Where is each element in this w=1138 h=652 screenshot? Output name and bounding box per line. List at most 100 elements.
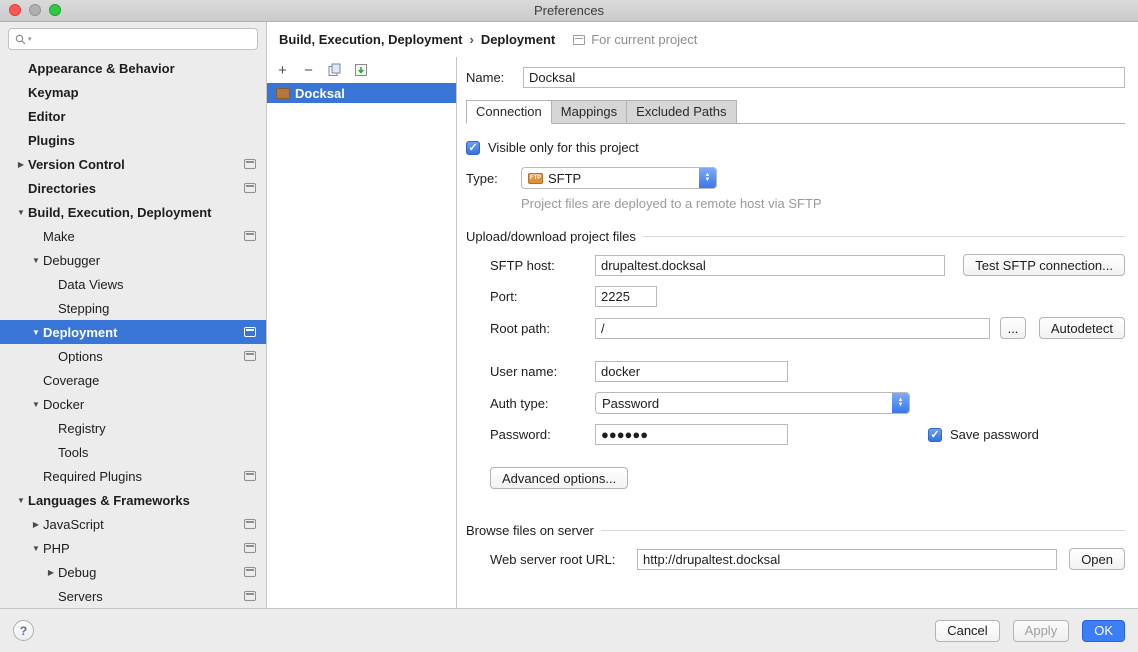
expand-arrow-icon[interactable]: ▶	[29, 520, 43, 529]
tab-mappings[interactable]: Mappings	[552, 100, 627, 124]
port-input[interactable]	[595, 286, 657, 307]
sidebar-item-directories[interactable]: Directories	[0, 176, 266, 200]
server-list-item-docksal[interactable]: Docksal	[267, 83, 456, 103]
sidebar-item-appearance-behavior[interactable]: Appearance & Behavior	[0, 56, 266, 80]
type-select[interactable]: FTP SFTP ▲▼	[521, 167, 717, 189]
autodetect-button[interactable]: Autodetect	[1039, 317, 1125, 339]
sidebar-item-docker[interactable]: ▼Docker	[0, 392, 266, 416]
sidebar-item-label: Make	[43, 229, 75, 244]
password-label: Password:	[490, 427, 595, 442]
cancel-button[interactable]: Cancel	[935, 620, 999, 642]
search-options-chevron-icon[interactable]: ▾	[28, 35, 32, 43]
sidebar-item-label: Registry	[58, 421, 106, 436]
visible-only-label: Visible only for this project	[488, 140, 639, 155]
zoom-button[interactable]	[49, 4, 61, 16]
advanced-options-button[interactable]: Advanced options...	[490, 467, 628, 489]
sidebar-item-label: Debugger	[43, 253, 100, 268]
sidebar-item-tools[interactable]: Tools	[0, 440, 266, 464]
sidebar-item-registry[interactable]: Registry	[0, 416, 266, 440]
name-label: Name:	[466, 70, 523, 85]
shared-settings-icon	[244, 183, 256, 193]
combo-arrows-icon[interactable]: ▲▼	[892, 393, 909, 413]
sidebar-item-options[interactable]: Options	[0, 344, 266, 368]
import-icon	[354, 63, 368, 77]
sidebar-item-deployment[interactable]: ▼Deployment	[0, 320, 266, 344]
sidebar-item-build-execution-deployment[interactable]: ▼Build, Execution, Deployment	[0, 200, 266, 224]
collapse-arrow-icon[interactable]: ▼	[29, 328, 43, 337]
name-input[interactable]	[523, 67, 1125, 88]
sidebar-item-keymap[interactable]: Keymap	[0, 80, 266, 104]
window-title: Preferences	[0, 3, 1138, 18]
section-divider	[601, 530, 1125, 531]
shared-settings-icon	[244, 543, 256, 553]
save-password-checkbox[interactable]	[928, 428, 942, 442]
copy-server-button[interactable]	[326, 62, 343, 79]
web-server-root-url-input[interactable]	[637, 549, 1057, 570]
ok-button[interactable]: OK	[1082, 620, 1125, 642]
user-name-input[interactable]	[595, 361, 788, 382]
visible-only-checkbox[interactable]	[466, 141, 480, 155]
collapse-arrow-icon[interactable]: ▼	[14, 208, 28, 217]
question-mark-icon: ?	[20, 624, 27, 638]
sidebar-item-version-control[interactable]: ▶Version Control	[0, 152, 266, 176]
add-server-button[interactable]: +	[274, 62, 291, 79]
port-label: Port:	[490, 289, 595, 304]
combo-arrows-icon[interactable]: ▲▼	[699, 168, 716, 188]
sidebar-item-label: Coverage	[43, 373, 99, 388]
browse-root-path-button[interactable]: ...	[1000, 317, 1026, 339]
for-current-project-icon	[573, 35, 585, 45]
tab-excluded-paths[interactable]: Excluded Paths	[627, 100, 736, 124]
sidebar-item-servers[interactable]: Servers	[0, 584, 266, 608]
sidebar-item-stepping[interactable]: Stepping	[0, 296, 266, 320]
password-input[interactable]	[595, 424, 788, 445]
apply-button[interactable]: Apply	[1013, 620, 1070, 642]
shared-settings-icon	[244, 351, 256, 361]
auth-type-select[interactable]: Password ▲▼	[595, 392, 910, 414]
sidebar-item-php[interactable]: ▼PHP	[0, 536, 266, 560]
auth-type-value: Password	[602, 396, 659, 411]
web-server-root-url-label: Web server root URL:	[490, 552, 637, 567]
browse-section-title: Browse files on server	[466, 523, 594, 538]
help-button[interactable]: ?	[13, 620, 34, 641]
sidebar-item-label: Directories	[28, 181, 96, 196]
open-button[interactable]: Open	[1069, 548, 1125, 570]
sidebar-item-debugger[interactable]: ▼Debugger	[0, 248, 266, 272]
import-server-button[interactable]	[352, 62, 369, 79]
collapse-arrow-icon[interactable]: ▼	[14, 496, 28, 505]
shared-settings-icon	[244, 231, 256, 241]
sidebar-item-label: Editor	[28, 109, 66, 124]
auth-type-label: Auth type:	[490, 396, 595, 411]
search-input[interactable]: ▾	[8, 28, 258, 50]
collapse-arrow-icon[interactable]: ▼	[29, 400, 43, 409]
expand-arrow-icon[interactable]: ▶	[14, 160, 28, 169]
sidebar-item-data-views[interactable]: Data Views	[0, 272, 266, 296]
remove-server-button[interactable]: −	[300, 62, 317, 79]
servers-list: Docksal	[267, 83, 456, 608]
sidebar-item-label: Plugins	[28, 133, 75, 148]
sidebar-item-editor[interactable]: Editor	[0, 104, 266, 128]
minus-icon: −	[304, 63, 313, 78]
tab-connection[interactable]: Connection	[466, 100, 552, 124]
sidebar-item-languages-frameworks[interactable]: ▼Languages & Frameworks	[0, 488, 266, 512]
breadcrumb-page: Deployment	[481, 32, 555, 47]
sidebar-item-javascript[interactable]: ▶JavaScript	[0, 512, 266, 536]
type-label: Type:	[466, 171, 521, 186]
test-sftp-connection-button[interactable]: Test SFTP connection...	[963, 254, 1125, 276]
sidebar-item-required-plugins[interactable]: Required Plugins	[0, 464, 266, 488]
sftp-host-input[interactable]	[595, 255, 945, 276]
shared-settings-icon	[244, 519, 256, 529]
sidebar-item-make[interactable]: Make	[0, 224, 266, 248]
deployment-server-icon	[276, 88, 290, 99]
close-button[interactable]	[9, 4, 21, 16]
sidebar-item-debug[interactable]: ▶Debug	[0, 560, 266, 584]
breadcrumb-category[interactable]: Build, Execution, Deployment	[279, 32, 462, 47]
sidebar-item-label: JavaScript	[43, 517, 104, 532]
sidebar-item-coverage[interactable]: Coverage	[0, 368, 266, 392]
expand-arrow-icon[interactable]: ▶	[44, 568, 58, 577]
server-name: Docksal	[295, 86, 345, 101]
save-password-label: Save password	[950, 427, 1039, 442]
collapse-arrow-icon[interactable]: ▼	[29, 256, 43, 265]
root-path-input[interactable]	[595, 318, 990, 339]
collapse-arrow-icon[interactable]: ▼	[29, 544, 43, 553]
sidebar-item-plugins[interactable]: Plugins	[0, 128, 266, 152]
